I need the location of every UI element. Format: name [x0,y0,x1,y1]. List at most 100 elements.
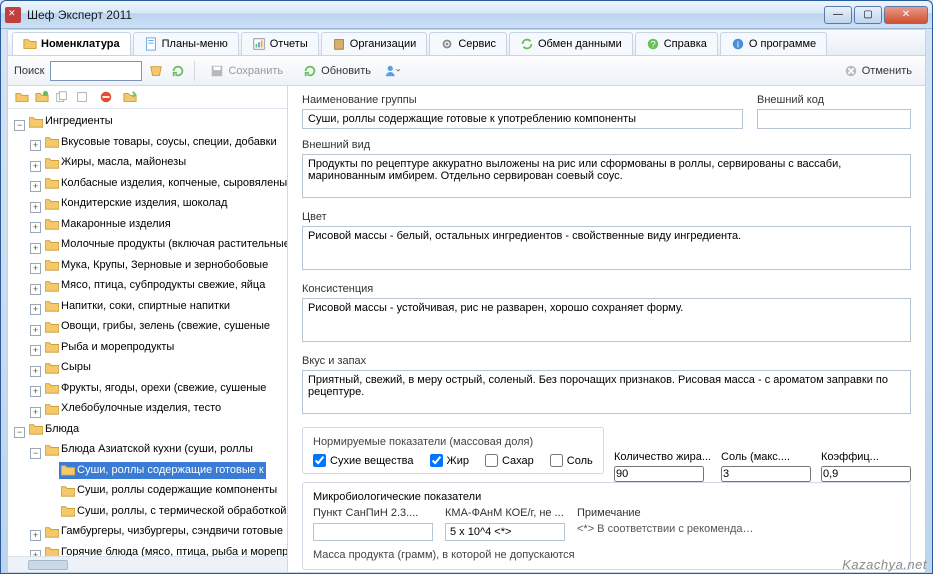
tree-node-label: Фрукты, ягоды, орехи (свежие, сушеные [61,380,266,397]
save-button[interactable]: Сохранить [203,61,290,81]
tree-node-label: Суши, роллы, с термической обработкой [77,503,286,520]
search-refresh-icon[interactable] [170,63,186,79]
color-input[interactable] [302,226,911,270]
tree-edit-icon[interactable] [74,89,90,105]
coeff-input[interactable] [821,466,911,482]
chk-salt[interactable]: Соль [550,454,593,467]
ext-code-input[interactable] [757,109,911,129]
expander-icon[interactable]: + [30,325,41,336]
micro-note-value: <*> В соответствии с рекомендациями Пись… [577,523,757,535]
tab-orgs[interactable]: Организации [321,32,428,55]
tree-view[interactable]: −Ингредиенты+Вкусовые товары, соусы, спе… [8,109,287,556]
expander-icon[interactable]: − [14,427,25,438]
tab-help[interactable]: ? Справка [635,32,718,55]
user-dropdown-icon[interactable] [384,63,400,79]
tree-node[interactable]: Хлебобулочные изделия, тесто [43,400,223,417]
tree-node[interactable]: Кондитерские изделия, шоколад [43,195,229,212]
tree-node[interactable]: Мука, Крупы, Зерновые и зернобобовые [43,257,270,274]
tree-node-label: Сыры [61,359,91,376]
expander-icon[interactable]: + [30,345,41,356]
tree-new-folder-icon[interactable] [14,89,30,105]
tree-node[interactable]: Суши, роллы содержащие компоненты [59,482,279,499]
group-name-input[interactable] [302,109,743,129]
chk-fat[interactable]: Жир [430,454,469,467]
tree-node[interactable]: Фрукты, ягоды, орехи (свежие, сушеные [43,380,268,397]
tab-plans[interactable]: Планы-меню [133,32,239,55]
tree-node[interactable]: Колбасные изделия, копченые, сыровяленые [43,175,287,192]
coeff-label: Коэффиц... [821,451,911,463]
tree-node-label: Рыба и морепродукты [61,339,174,356]
tree-node[interactable]: Рыба и морепродукты [43,339,176,356]
expander-icon[interactable]: + [30,407,41,418]
micro-sanpin-input[interactable] [313,523,433,541]
taste-input[interactable] [302,370,911,414]
search-input[interactable] [50,61,142,81]
expander-icon[interactable]: + [30,304,41,315]
color-label: Цвет [302,211,911,223]
tree-node[interactable]: Вкусовые товары, соусы, специи, добавки [43,134,279,151]
main-tabs: Номенклатура Планы-меню Отчеты Организац… [8,30,925,56]
tab-exchange[interactable]: Обмен данными [509,32,633,55]
tree-node[interactable]: Блюда Азиатской кухни (суши, роллы [43,441,255,458]
fat-amount-input[interactable] [614,466,704,482]
expander-icon[interactable]: + [30,243,41,254]
expander-icon[interactable]: + [30,530,41,541]
tree-node[interactable]: Молочные продукты (включая растительные [43,236,287,253]
close-button[interactable]: ✕ [884,6,928,24]
tab-label: Отчеты [270,38,308,50]
tab-nomenclature[interactable]: Номенклатура [12,32,131,55]
expander-icon[interactable]: + [30,386,41,397]
tab-service[interactable]: Сервис [429,32,507,55]
sync-icon [520,37,534,51]
consistency-input[interactable] [302,298,911,342]
svg-text:i: i [737,40,739,51]
tree-node[interactable]: Суши, роллы содержащие готовые к [59,462,266,479]
tree-hscrollbar[interactable] [8,556,287,572]
expander-icon[interactable]: + [30,222,41,233]
tree-node[interactable]: Горячие блюда (мясо, птица, рыба и мореп… [43,544,287,557]
refresh-button[interactable]: Обновить [296,61,378,81]
tree-node-label: Горячие блюда (мясо, птица, рыба и мореп… [61,544,287,557]
cancel-button[interactable]: Отменить [837,61,919,81]
expander-icon[interactable]: + [30,263,41,274]
expander-icon[interactable]: + [30,202,41,213]
tree-node[interactable]: Суши, роллы, с термической обработкой [59,503,287,520]
expander-icon[interactable]: + [30,140,41,151]
chk-dry[interactable]: Сухие вещества [313,454,414,467]
minimize-button[interactable]: — [824,6,852,24]
tree-node[interactable]: Напитки, соки, спиртные напитки [43,298,232,315]
tree-node[interactable]: Блюда [27,421,81,438]
micro-kma-input[interactable] [445,523,565,541]
tree-export-icon[interactable] [122,89,138,105]
tree-node[interactable]: Жиры, масла, майонезы [43,154,188,171]
tab-reports[interactable]: Отчеты [241,32,319,55]
chk-sugar[interactable]: Сахар [485,454,534,467]
tree-node[interactable]: Макаронные изделия [43,216,173,233]
search-clear-icon[interactable] [148,63,164,79]
micro-col3-header: Примечание [577,507,900,519]
salt-max-input[interactable] [721,466,811,482]
tab-about[interactable]: i О программе [720,32,827,55]
expander-icon[interactable]: + [30,366,41,377]
expander-icon[interactable]: + [30,181,41,192]
tree-node[interactable]: Ингредиенты [27,113,115,130]
fat-amount-label: Количество жира... [614,451,711,463]
tree-node[interactable]: Сыры [43,359,93,376]
expander-icon[interactable]: − [14,120,25,131]
tree-delete-icon[interactable] [98,89,114,105]
tree-node-label: Молочные продукты (включая растительные [61,236,287,253]
tree-node[interactable]: Гамбургеры, чизбургеры, сэндвичи готовые [43,523,285,540]
tree-node-label: Мясо, птица, субпродукты свежие, яйца [61,277,265,294]
expander-icon[interactable]: − [30,448,41,459]
appearance-input[interactable] [302,154,911,198]
tree-node[interactable]: Овощи, грибы, зелень (свежие, сушеные [43,318,272,335]
building-icon [332,37,346,51]
expander-icon[interactable]: + [30,284,41,295]
tree-copy-icon[interactable] [54,89,70,105]
taste-label: Вкус и запах [302,355,911,367]
tree-new-item-icon[interactable] [34,89,50,105]
expander-icon[interactable]: + [30,161,41,172]
tab-label: Справка [664,38,707,50]
tree-node[interactable]: Мясо, птица, субпродукты свежие, яйца [43,277,267,294]
maximize-button[interactable]: ▢ [854,6,882,24]
